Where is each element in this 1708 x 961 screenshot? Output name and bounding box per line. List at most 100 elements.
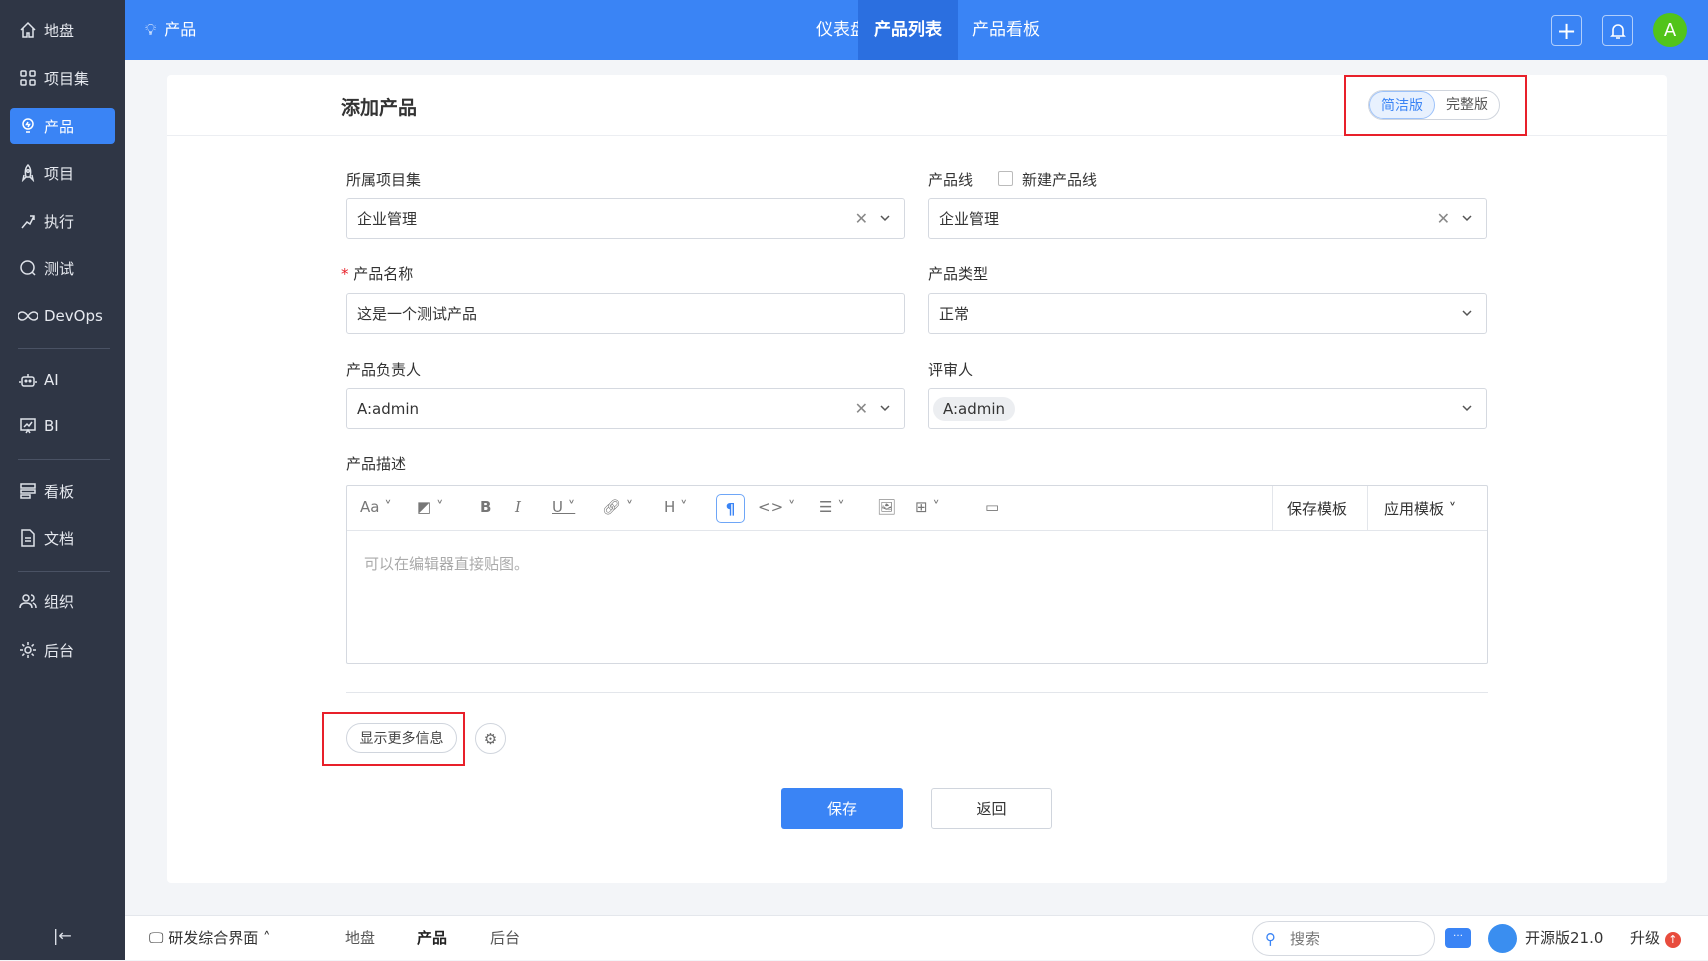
sidebar-item-kanban[interactable]: 看板 xyxy=(10,473,115,509)
clear-icon[interactable]: ✕ xyxy=(855,209,868,228)
chevron-down-icon xyxy=(880,405,890,412)
breadcrumb-admin[interactable]: 后台 xyxy=(490,916,520,961)
grid-icon xyxy=(18,68,38,88)
highlight-box xyxy=(1344,75,1527,136)
divider xyxy=(346,692,1488,693)
owner-select[interactable]: A:admin ✕ xyxy=(346,388,905,429)
workspace-switcher[interactable]: 🖵︎ 研发综合界面 ˄ xyxy=(149,916,271,961)
zentao-logo-icon xyxy=(1488,924,1517,953)
chevron-down-icon xyxy=(1462,405,1472,412)
table-icon[interactable]: ⊞ ˅ xyxy=(915,498,940,516)
bell-icon xyxy=(1609,23,1626,39)
reviewer-label: 评审人 xyxy=(928,361,974,379)
search-icon: ⚲ xyxy=(1265,929,1276,948)
clear-icon[interactable]: ✕ xyxy=(855,399,868,418)
rocket-icon xyxy=(18,163,38,183)
sidebar-item-doc[interactable]: 文档 xyxy=(10,520,115,556)
product-line-select[interactable]: 企业管理 ✕ xyxy=(928,198,1487,239)
program-select[interactable]: 企业管理 ✕ xyxy=(346,198,905,239)
kanban-icon xyxy=(18,481,38,501)
gear-icon: ⚙ xyxy=(483,729,498,748)
topbar: 💡︎ 产品 仪表盘 产品列表 产品看板 + A xyxy=(125,0,1708,60)
italic-icon[interactable]: I xyxy=(515,498,521,516)
list-icon[interactable]: ☰ ˅ xyxy=(819,498,845,516)
description-textarea[interactable]: 可以在编辑器直接贴图。 xyxy=(364,553,529,574)
new-line-checkbox[interactable] xyxy=(998,171,1013,186)
collapse-sidebar-icon[interactable]: |← xyxy=(53,926,72,945)
add-button[interactable]: + xyxy=(1551,15,1582,46)
apply-template-button[interactable]: 应用模板 ˅ xyxy=(1384,498,1456,519)
upgrade-button[interactable]: 升级 ↑ xyxy=(1630,916,1681,961)
doc-icon xyxy=(18,528,38,548)
required-mark: * xyxy=(341,265,354,283)
sidebar-item-dashboard[interactable]: 地盘 xyxy=(10,12,115,48)
product-type-label: 产品类型 xyxy=(928,265,989,283)
product-type-select[interactable]: 正常 xyxy=(928,293,1487,334)
users-icon xyxy=(18,591,38,611)
sidebar-item-execution[interactable]: 执行 xyxy=(10,203,115,239)
bottom-bar: 🖵︎ 研发综合界面 ˄ 地盘 产品 后台 ⚲ 搜索 … 开源版21.0 升级 ↑ xyxy=(125,915,1708,960)
sidebar-item-programs[interactable]: 项目集 xyxy=(10,60,115,96)
save-button[interactable]: 保存 xyxy=(781,788,903,829)
avatar[interactable]: A xyxy=(1653,13,1687,47)
reviewer-tag[interactable]: A:admin xyxy=(933,396,1016,421)
description-label: 产品描述 xyxy=(346,455,407,473)
sidebar-item-ai[interactable]: AI xyxy=(10,362,115,398)
breadcrumb-product[interactable]: 产品 xyxy=(417,916,447,961)
paragraph-icon[interactable]: ¶ xyxy=(716,494,745,523)
product-name-label: * 产品名称 xyxy=(341,265,414,283)
plus-icon: + xyxy=(1556,16,1577,45)
link-icon[interactable]: 🔗︎ ˅ xyxy=(602,498,633,516)
sidebar-item-devops[interactable]: DevOps xyxy=(10,298,115,334)
sidebar-item-product[interactable]: 产品 xyxy=(10,108,115,144)
product-line-label: 产品线 xyxy=(928,171,974,189)
breadcrumb-dashboard[interactable]: 地盘 xyxy=(345,916,375,961)
sidebar-divider xyxy=(18,459,110,460)
sidebar-divider xyxy=(18,571,110,572)
image-icon[interactable]: 🖼︎ xyxy=(877,498,896,516)
settings-button[interactable]: ⚙ xyxy=(475,723,506,754)
version-label[interactable]: 开源版21.0 xyxy=(1525,916,1603,961)
editor-toolbar: Aa ˅ ◩ ˅ B I U ˅ 🔗︎ ˅ H ˅ ¶ <> ˅ ☰ ˅ 🖼︎ … xyxy=(347,486,1487,531)
clear-icon[interactable]: ✕ xyxy=(1437,209,1450,228)
color-icon[interactable]: ◩ ˅ xyxy=(417,498,443,516)
save-template-button[interactable]: 保存模板 xyxy=(1287,498,1347,519)
sidebar: 地盘 项目集 产品 项目 执行 测试 DevOps AI BI 看板 文档 组织… xyxy=(0,0,125,960)
tab-product-list[interactable]: 产品列表 xyxy=(858,0,958,60)
layout-icon[interactable]: ▭ xyxy=(985,498,999,516)
bulb-icon: 💡︎ xyxy=(145,20,157,39)
sidebar-item-test[interactable]: 测试 xyxy=(10,250,115,286)
chevron-down-icon xyxy=(1462,310,1472,317)
chevron-down-icon xyxy=(1462,215,1472,222)
font-size-icon[interactable]: Aa ˅ xyxy=(360,498,392,516)
divider xyxy=(1367,486,1368,531)
bulb-icon xyxy=(18,116,38,136)
upgrade-icon: ↑ xyxy=(1664,932,1681,948)
bold-icon[interactable]: B xyxy=(480,498,491,516)
chart-icon xyxy=(18,416,38,436)
heading-icon[interactable]: H ˅ xyxy=(664,498,688,516)
underline-icon[interactable]: U ˅ xyxy=(552,498,575,516)
page-title: 添加产品 xyxy=(341,97,418,119)
sidebar-item-org[interactable]: 组织 xyxy=(10,583,115,619)
reviewer-select[interactable]: A:admin xyxy=(928,388,1487,429)
program-label: 所属项目集 xyxy=(346,171,422,189)
owner-label: 产品负责人 xyxy=(346,361,422,379)
sidebar-item-admin[interactable]: 后台 xyxy=(10,632,115,668)
ai-chat-icon[interactable]: … xyxy=(1445,928,1471,948)
highlight-box xyxy=(322,712,465,766)
notifications-button[interactable] xyxy=(1602,15,1633,46)
sidebar-item-project[interactable]: 项目 xyxy=(10,155,115,191)
home-icon xyxy=(18,20,38,40)
robot-icon xyxy=(18,370,38,390)
infinity-icon xyxy=(18,306,38,326)
back-button[interactable]: 返回 xyxy=(931,788,1052,829)
run-icon xyxy=(18,211,38,231)
gear-icon xyxy=(18,640,38,660)
add-product-form: 添加产品 简洁版 完整版 所属项目集 企业管理 ✕ 产品线 新建产品线 企业管理 ✕… xyxy=(167,75,1667,883)
tab-product-kanban[interactable]: 产品看板 xyxy=(958,0,1054,60)
code-icon[interactable]: <> ˅ xyxy=(758,498,795,516)
search-input[interactable]: ⚲ 搜索 xyxy=(1252,921,1435,956)
sidebar-item-bi[interactable]: BI xyxy=(10,408,115,444)
product-name-input[interactable]: 这是一个测试产品 xyxy=(346,293,905,334)
